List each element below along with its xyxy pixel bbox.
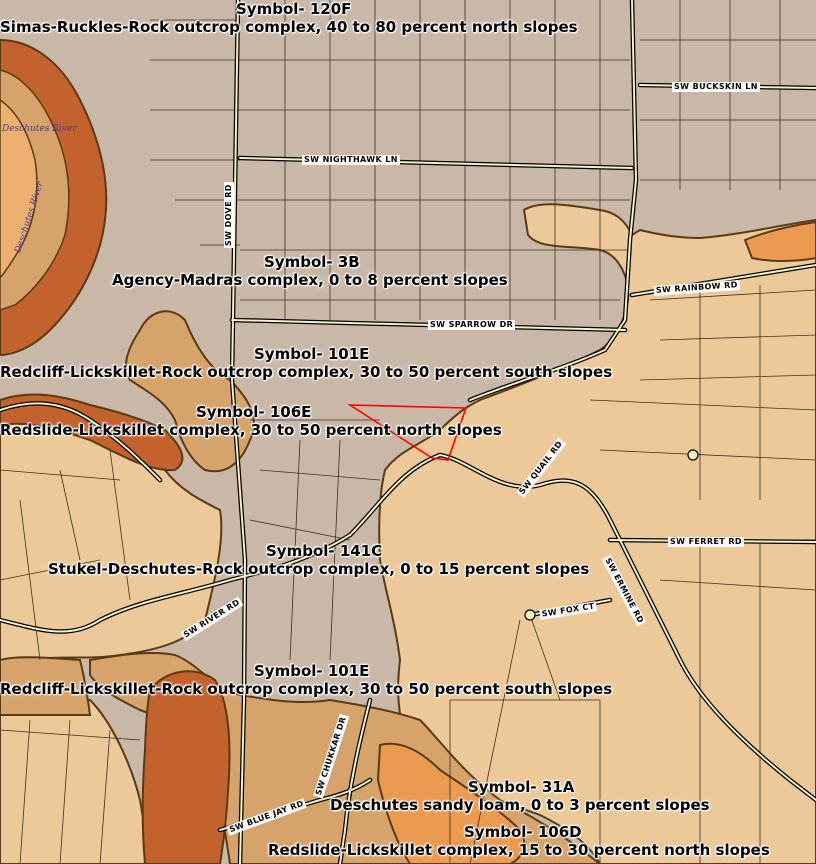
soil-label-101e-south-name: Redcliff-Lickskillet-Rock outcrop comple… <box>0 680 613 698</box>
soil-label-3b-symbol: Symbol- 3B <box>264 253 360 271</box>
soil-label-101e-name: Redcliff-Lickskillet-Rock outcrop comple… <box>0 363 613 381</box>
road-label-ferret: SW FERRET RD <box>668 537 744 547</box>
soil-label-101e-south-symbol: Symbol- 101E <box>254 662 370 680</box>
soil-label-101e-symbol: Symbol- 101E <box>254 345 370 363</box>
soil-map[interactable]: Deschutes River Deschutes River SW BUCKS… <box>0 0 816 864</box>
soil-label-141c-name: Stukel-Deschutes-Rock outcrop complex, 0… <box>48 560 590 578</box>
soil-label-31a-symbol: Symbol- 31A <box>468 778 575 796</box>
road-label-dove: SW DOVE RD <box>224 182 234 248</box>
soil-label-106d-symbol: Symbol- 106D <box>464 823 582 841</box>
soil-label-31a-name: Deschutes sandy loam, 0 to 3 percent slo… <box>330 796 710 814</box>
soil-label-120f-symbol: Symbol- 120F <box>236 0 352 18</box>
soil-label-106e-symbol: Symbol- 106E <box>196 403 312 421</box>
river-label: Deschutes River <box>2 124 77 134</box>
soil-label-141c-symbol: Symbol- 141C <box>266 542 383 560</box>
soil-label-3b-name: Agency-Madras complex, 0 to 8 percent sl… <box>112 271 508 289</box>
road-label-buckskin: SW BUCKSKIN LN <box>672 82 760 92</box>
road-label-nighthawk: SW NIGHTHAWK LN <box>302 155 400 165</box>
soil-label-106d-name: Redslide-Lickskillet complex, 15 to 30 p… <box>268 841 770 859</box>
soil-label-120f-name: Simas-Ruckles-Rock outcrop complex, 40 t… <box>0 18 578 36</box>
road-label-sparrow: SW SPARROW DR <box>428 320 516 330</box>
soil-label-106e-name: Redslide-Lickskillet complex, 30 to 50 p… <box>0 421 502 439</box>
